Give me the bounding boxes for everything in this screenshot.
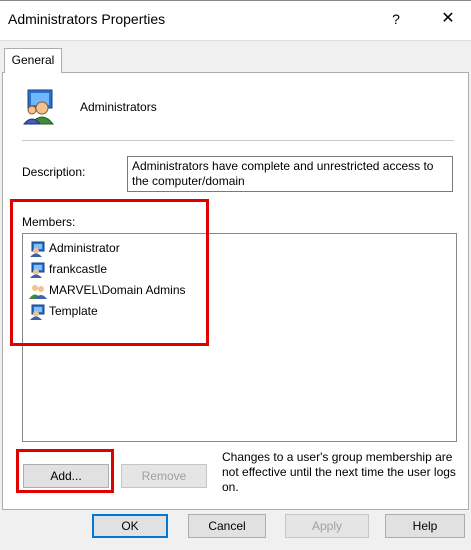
group-users-icon: [22, 86, 64, 126]
membership-note: Changes to a user's group membership are…: [222, 450, 456, 494]
window-title: Administrators Properties: [8, 11, 166, 27]
add-highlight-box: [16, 449, 114, 493]
apply-button[interactable]: Apply: [285, 514, 369, 538]
cancel-button[interactable]: Cancel: [188, 514, 266, 538]
tab-general[interactable]: General: [4, 48, 62, 73]
help-button[interactable]: Help: [385, 514, 465, 538]
group-name: Administrators: [80, 100, 157, 114]
remove-button[interactable]: Remove: [121, 464, 207, 488]
description-field[interactable]: Administrators have complete and unrestr…: [127, 156, 453, 192]
separator: [22, 140, 454, 141]
close-button[interactable]: ✕: [430, 6, 466, 32]
help-title-button[interactable]: ?: [380, 6, 412, 32]
ok-button[interactable]: OK: [92, 514, 168, 538]
description-label: Description:: [22, 165, 86, 179]
members-highlight-box: [10, 199, 209, 346]
